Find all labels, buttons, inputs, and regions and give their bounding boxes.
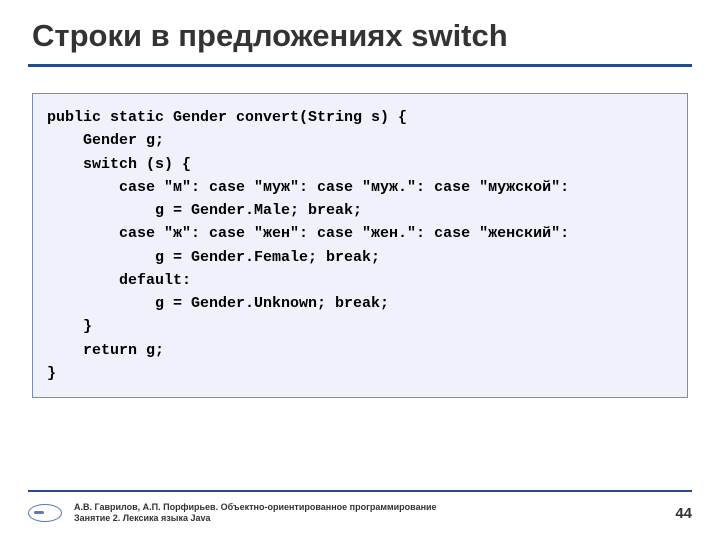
footer-divider [28, 490, 692, 492]
footer: А.В. Гаврилов, А.П. Порфирьев. Объектно-… [28, 490, 692, 526]
footer-authors: А.В. Гаврилов, А.П. Порфирьев. Объектно-… [74, 502, 437, 513]
logo-icon [28, 500, 64, 526]
footer-lesson: Занятие 2. Лексика языка Java [74, 513, 437, 524]
code-block: public static Gender convert(String s) {… [32, 93, 688, 398]
slide-title: Строки в предложениях switch [28, 18, 692, 54]
page-number: 44 [675, 505, 692, 522]
title-underline [28, 64, 692, 67]
footer-text: А.В. Гаврилов, А.П. Порфирьев. Объектно-… [74, 502, 437, 525]
